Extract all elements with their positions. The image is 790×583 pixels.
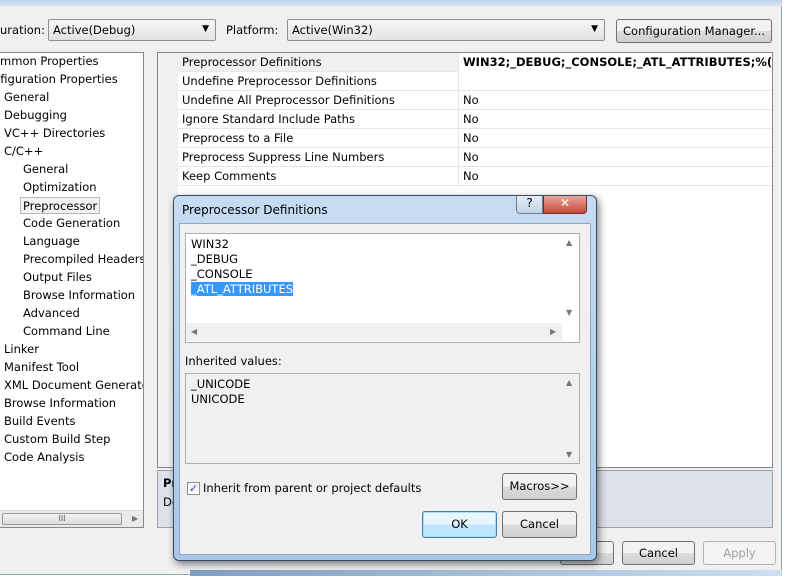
property-name: Preprocessor Definitions <box>182 55 322 69</box>
tree-item[interactable]: Code Analysis <box>4 449 84 466</box>
tree-item[interactable]: Output Files <box>23 269 92 286</box>
property-name: Undefine Preprocessor Definitions <box>182 74 377 88</box>
definition-line[interactable]: WIN32 <box>191 237 229 252</box>
tree-item[interactable]: ommon Properties <box>0 53 99 70</box>
definition-text: WIN32 <box>191 237 229 251</box>
definition-line[interactable]: _DEBUG <box>191 252 238 267</box>
configuration-select[interactable]: Active(Debug) ▼ <box>48 19 216 41</box>
property-value[interactable] <box>458 72 772 91</box>
tree-item[interactable]: Code Generation <box>23 215 120 232</box>
property-value[interactable]: No <box>458 129 772 148</box>
scroll-right-icon[interactable]: ▶ <box>550 327 556 336</box>
tree-item[interactable]: Precompiled Headers <box>23 251 143 268</box>
tree-item[interactable]: Build Events <box>4 413 75 430</box>
preprocessor-definitions-dialog: Preprocessor Definitions ? ✕ WIN32 _DEBUG… <box>173 195 597 561</box>
tree-horizontal-scrollbar[interactable]: III ▶ <box>0 510 143 527</box>
scroll-right-icon[interactable]: ▶ <box>132 514 138 523</box>
configuration-manager-button[interactable]: Configuration Manager... <box>616 19 772 43</box>
definition-text: _CONSOLE <box>191 267 253 281</box>
tree-item[interactable]: XML Document Generator <box>4 377 143 394</box>
inherit-checkbox-label[interactable]: Inherit from parent or project defaults <box>203 481 421 495</box>
property-row[interactable]: Preprocess to a File No <box>178 129 772 148</box>
property-value[interactable]: No <box>458 148 772 167</box>
checkmark-icon: ✓ <box>188 482 199 495</box>
tree-item[interactable]: Optimization <box>23 179 97 196</box>
dialog-ok-button[interactable]: OK <box>422 511 497 538</box>
property-value[interactable]: No <box>458 110 772 129</box>
dialog-body: WIN32 _DEBUG _CONSOLE _ATL_ATTRIBUTES ▲ ▼ ◀… <box>179 223 591 555</box>
platform-select[interactable]: Active(Win32) ▼ <box>287 19 605 41</box>
dialog-title: Preprocessor Definitions <box>182 203 328 217</box>
scroll-down-icon[interactable]: ▼ <box>566 450 572 459</box>
property-name: Preprocess to a File <box>182 131 294 145</box>
property-name: Undefine All Preprocessor Definitions <box>182 93 395 107</box>
inherited-line: _UNICODE <box>191 377 251 391</box>
chevron-down-icon: ▼ <box>591 24 598 34</box>
property-value[interactable]: No <box>458 91 772 110</box>
dialog-cancel-button[interactable]: Cancel <box>502 511 577 538</box>
help-button[interactable]: ? <box>516 196 543 214</box>
scroll-thumb[interactable]: III <box>2 513 122 525</box>
inherited-line: UNICODE <box>191 392 245 406</box>
tree-item[interactable]: Manifest Tool <box>4 359 79 376</box>
property-value[interactable]: No <box>458 167 772 186</box>
property-row[interactable]: Ignore Standard Include Paths No <box>178 110 772 129</box>
tree-item[interactable]: Linker <box>4 341 39 358</box>
inherit-checkbox[interactable]: ✓ <box>187 482 200 495</box>
property-value[interactable]: WIN32;_DEBUG;_CONSOLE;_ATL_ATTRIBUTES;%(… <box>458 53 772 72</box>
window-frame-bottom <box>190 570 782 576</box>
macros-button[interactable]: Macros>> <box>502 473 577 500</box>
configuration-label: uration: <box>0 23 45 37</box>
close-button[interactable]: ✕ <box>543 196 587 214</box>
help-icon: ? <box>526 196 533 210</box>
property-tree[interactable]: ommon Properties nfiguration Properties Ge… <box>0 52 144 528</box>
property-row[interactable]: Preprocessor Definitions WIN32;_DEBUG;_CO… <box>178 53 772 72</box>
chevron-down-icon: ▼ <box>202 24 209 34</box>
inherited-values-label: Inherited values: <box>185 354 282 368</box>
property-name: Preprocess Suppress Line Numbers <box>182 150 385 164</box>
scroll-up-icon[interactable]: ▲ <box>566 238 572 247</box>
tree-item[interactable]: General <box>4 89 49 106</box>
definition-line[interactable]: _CONSOLE <box>191 267 252 282</box>
property-row[interactable]: Undefine Preprocessor Definitions <box>178 72 772 91</box>
cancel-button[interactable]: Cancel <box>622 541 695 565</box>
definition-text: _ATL_ATTRIBUTES <box>191 282 294 296</box>
tree-item[interactable]: Preprocessor <box>20 197 101 214</box>
tree-item[interactable]: Browse Information <box>4 395 116 412</box>
tree-item[interactable]: General <box>23 161 68 178</box>
property-row[interactable]: Undefine All Preprocessor Definitions No <box>178 91 772 110</box>
definitions-editbox[interactable]: WIN32 _DEBUG _CONSOLE _ATL_ATTRIBUTES ▲ ▼ ◀… <box>185 233 580 343</box>
definition-text: _DEBUG <box>191 252 239 266</box>
property-row[interactable]: Keep Comments No <box>178 167 772 186</box>
inherited-values-box: _UNICODE UNICODE ▲ ▼ <box>185 373 580 464</box>
close-icon: ✕ <box>559 196 571 210</box>
tree-item[interactable]: C/C++ <box>4 143 43 160</box>
scroll-down-icon[interactable]: ▼ <box>566 308 572 317</box>
tree-item[interactable]: Debugging <box>4 107 67 124</box>
property-name: Ignore Standard Include Paths <box>182 112 355 126</box>
tree-item[interactable]: Advanced <box>23 305 80 322</box>
window-frame <box>0 0 782 6</box>
apply-button: Apply <box>703 541 776 565</box>
tree-item[interactable]: Custom Build Step <box>4 431 110 448</box>
tree-item[interactable]: Browse Information <box>23 287 135 304</box>
property-row[interactable]: Preprocess Suppress Line Numbers No <box>178 148 772 167</box>
tree-item[interactable]: Language <box>23 233 80 250</box>
scroll-left-icon[interactable]: ◀ <box>191 327 197 336</box>
platform-value: Active(Win32) <box>292 23 373 37</box>
scroll-up-icon[interactable]: ▲ <box>566 378 572 387</box>
configuration-value: Active(Debug) <box>53 23 136 37</box>
platform-label: Platform: <box>226 23 279 37</box>
tree-item[interactable]: nfiguration Properties <box>0 71 118 88</box>
tree-item[interactable]: VC++ Directories <box>4 125 105 142</box>
tree-item[interactable]: Command Line <box>23 323 110 340</box>
property-name: Keep Comments <box>182 169 277 183</box>
definition-line[interactable]: _ATL_ATTRIBUTES <box>191 282 294 297</box>
definitions-horizontal-scrollbar[interactable]: ◀ ▶ <box>186 323 562 341</box>
